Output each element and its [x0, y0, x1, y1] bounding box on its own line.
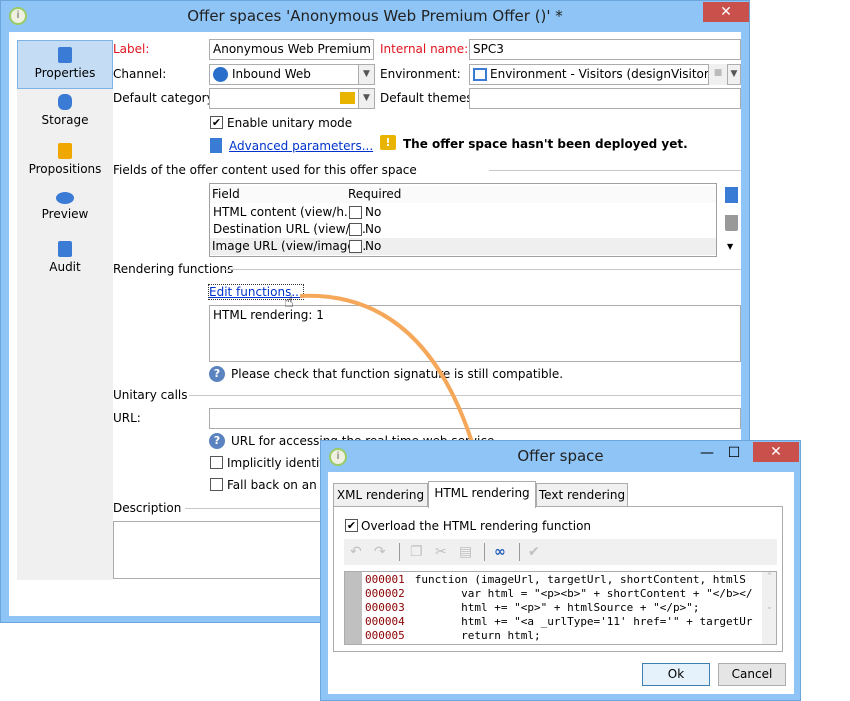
minimize-button[interactable]: — [694, 443, 720, 463]
tab-text-rendering[interactable]: Text rendering [536, 483, 628, 507]
tab-xml-rendering[interactable]: XML rendering [333, 483, 428, 507]
line-number: 000005 [365, 629, 405, 642]
line-text: function (imageUrl, targetUrl, shortCont… [414, 573, 746, 586]
redo-icon[interactable]: ↷ [374, 539, 386, 565]
copy-icon[interactable]: ❐ [410, 539, 423, 565]
editor-toolbar: ↶ ↷ ❐ ✂ ▤ ∞ ✔ [344, 539, 777, 565]
dialog-client: XML rendering HTML rendering Text render… [328, 472, 794, 694]
line-text: html += "<p>" + htmlSource + "</p>"; [414, 601, 700, 614]
code-line: 000001 function (imageUrl, targetUrl, sho… [365, 573, 753, 587]
line-number: 000001 [365, 573, 405, 586]
ok-button[interactable]: Ok [642, 663, 710, 686]
line-number: 000004 [365, 615, 405, 628]
editor-gutter [345, 572, 362, 644]
tab-html-rendering[interactable]: HTML rendering [428, 481, 536, 508]
cut-icon[interactable]: ✂ [435, 539, 447, 565]
paste-icon[interactable]: ▤ [459, 539, 472, 565]
tab-panel: ✔ Overload the HTML rendering function ↶… [333, 506, 783, 652]
line-text: var html = "<p><b>" + shortContent + "</… [414, 587, 753, 600]
line-number: 000002 [365, 587, 405, 600]
editor-scrollbar[interactable]: ⌃ ⌄ [762, 572, 776, 644]
cancel-button[interactable]: Cancel [718, 663, 786, 686]
overload-label: Overload the HTML rendering function [361, 519, 592, 533]
line-number: 000003 [365, 601, 405, 614]
hand-cursor-icon: ☝ [284, 292, 294, 311]
code-line: 000005 return html; [365, 629, 753, 643]
overload-checkbox[interactable]: ✔ [345, 519, 358, 532]
code-line: 000003 html += "<p>" + htmlSource + "</p… [365, 601, 753, 615]
code-lines: 000001 function (imageUrl, targetUrl, sho… [365, 573, 753, 643]
check-icon[interactable]: ✔ [528, 539, 540, 565]
code-line: 000004 html += "<a _urlType='11' href='"… [365, 615, 753, 629]
undo-icon[interactable]: ↶ [350, 539, 362, 565]
maximize-button[interactable]: ☐ [721, 443, 747, 463]
line-text: html += "<a _urlType='11' href='" + targ… [414, 615, 753, 628]
line-text: return html; [414, 629, 541, 642]
close-button[interactable]: ✕ [753, 442, 799, 462]
code-editor[interactable]: 000001 function (imageUrl, targetUrl, sho… [344, 571, 777, 645]
arrow-path [299, 293, 480, 463]
find-binoculars-icon[interactable]: ∞ [494, 539, 506, 565]
code-line: 000002 var html = "<p><b>" + shortConten… [365, 587, 753, 601]
offer-space-dialog: i Offer space — ☐ ✕ XML rendering HTML r… [320, 440, 801, 701]
